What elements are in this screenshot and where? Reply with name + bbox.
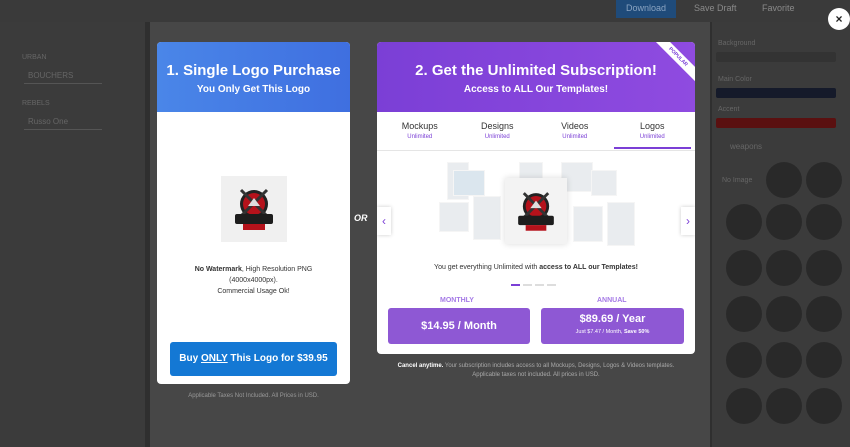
- subscription-tax-note: Applicable taxes not included. All price…: [472, 372, 600, 378]
- subscription-description: You get everything Unlimited with access…: [377, 264, 695, 271]
- carousel-dots: [511, 284, 556, 286]
- bg-color-swatch[interactable]: [716, 52, 836, 62]
- tab-logos[interactable]: Logos Unlimited: [613, 119, 691, 149]
- carousel-dot[interactable]: [523, 284, 532, 286]
- annual-note-prefix: Just $7.47 / Month,: [575, 329, 624, 335]
- icon-thumb[interactable]: [766, 162, 802, 198]
- icon-thumb[interactable]: [766, 342, 802, 378]
- text-label-1: URBAN: [22, 54, 47, 61]
- tab-designs[interactable]: Designs Unlimited: [459, 119, 537, 149]
- icon-thumb[interactable]: [766, 250, 802, 286]
- icon-thumb[interactable]: [766, 204, 802, 240]
- tab-label: Videos: [561, 121, 589, 131]
- annual-save: Save 50%: [623, 329, 650, 335]
- save-draft-button[interactable]: Save Draft: [694, 3, 737, 13]
- buy-only: ONLY: [200, 353, 228, 364]
- left-panel: URBAN BOUCHERS REBELS Russo One: [0, 22, 145, 447]
- template-thumb: [453, 170, 485, 196]
- carousel-dot[interactable]: [535, 284, 544, 286]
- urban-logo-icon: [235, 188, 273, 230]
- buy-prefix: Buy: [179, 353, 201, 364]
- tab-sublabel: Unlimited: [562, 134, 588, 140]
- tab-label: Logos: [639, 121, 665, 131]
- main-color-label: Main Color: [718, 76, 752, 83]
- tab-mockups[interactable]: Mockups Unlimited: [381, 119, 459, 149]
- template-thumb: [439, 202, 469, 232]
- tab-label: Mockups: [401, 121, 438, 131]
- logo-preview: [221, 176, 287, 242]
- tab-sublabel: Unlimited: [484, 134, 510, 140]
- font-field-1[interactable]: BOUCHERS: [24, 68, 102, 84]
- icon-thumb[interactable]: [806, 250, 842, 286]
- subscription-logo-preview: [505, 178, 567, 244]
- favorite-button[interactable]: Favorite: [762, 3, 795, 13]
- subscription-note: Cancel anytime. Your subscription includ…: [377, 362, 695, 380]
- icon-thumb[interactable]: [766, 388, 802, 424]
- carousel-dot[interactable]: [511, 284, 520, 286]
- bg-color-label: Background: [718, 40, 756, 47]
- single-purchase-title: 1. Single Logo Purchase: [166, 62, 341, 79]
- single-purchase-tax-note: Applicable Taxes Not Included. All Price…: [188, 393, 319, 399]
- subscription-card: POPULAR 2. Get the Unlimited Subscriptio…: [377, 42, 695, 354]
- template-thumb: [591, 170, 617, 196]
- close-icon[interactable]: ×: [828, 8, 850, 30]
- icon-thumb[interactable]: [806, 204, 842, 240]
- icon-thumb[interactable]: [726, 204, 762, 240]
- category-tabs: Mockups Unlimited Designs Unlimited Videos…: [377, 119, 695, 149]
- icon-thumb[interactable]: [806, 342, 842, 378]
- template-thumb: [473, 196, 501, 240]
- icon-thumb[interactable]: [726, 250, 762, 286]
- subscription-title: 2. Get the Unlimited Subscription!: [415, 62, 657, 79]
- tab-videos[interactable]: Videos Unlimited: [536, 119, 614, 149]
- icon-thumb[interactable]: [806, 296, 842, 332]
- icon-thumb[interactable]: [726, 388, 762, 424]
- carousel-next-button[interactable]: ›: [681, 207, 695, 235]
- subscription-header: POPULAR 2. Get the Unlimited Subscriptio…: [377, 42, 695, 112]
- single-purchase-header: 1. Single Logo Purchase You Only Get Thi…: [157, 42, 350, 112]
- main-color-swatch[interactable]: [716, 88, 836, 98]
- monthly-plan-button[interactable]: $14.95 / Month: [388, 308, 530, 344]
- icon-thumb[interactable]: [726, 296, 762, 332]
- single-purchase-description: No Watermark, High Resolution PNG (4000x…: [157, 264, 350, 297]
- desc-bold: access to ALL our Templates!: [539, 264, 638, 271]
- buy-suffix: This Logo for $39.95: [227, 353, 328, 364]
- icon-thumb[interactable]: [726, 342, 762, 378]
- or-separator: OR: [354, 213, 368, 223]
- download-button[interactable]: Download: [616, 0, 676, 18]
- icon-thumb[interactable]: [806, 162, 842, 198]
- icon-thumb[interactable]: [806, 388, 842, 424]
- tab-label: Designs: [480, 121, 514, 131]
- subscription-includes: Your subscription includes access to all…: [443, 363, 675, 369]
- template-thumb: [607, 202, 635, 246]
- single-purchase-subtitle: You Only Get This Logo: [196, 84, 311, 95]
- annual-label: ANNUAL: [597, 297, 627, 304]
- text-label-2: REBELS: [22, 100, 50, 107]
- annual-note: Just $7.47 / Month, Save 50%: [541, 329, 684, 335]
- carousel-prev-button[interactable]: ‹: [377, 207, 391, 235]
- annual-price: $89.69 / Year: [579, 313, 646, 325]
- no-watermark-text: No Watermark: [194, 266, 242, 273]
- font-field-2[interactable]: Russo One: [24, 114, 102, 130]
- cancel-anytime: Cancel anytime.: [397, 363, 444, 369]
- annual-plan-button[interactable]: $89.69 / Year Just $7.47 / Month, Save 5…: [541, 308, 684, 344]
- single-purchase-card: 1. Single Logo Purchase You Only Get Thi…: [157, 42, 350, 384]
- template-thumb: [573, 206, 603, 242]
- buy-logo-button[interactable]: Buy ONLY This Logo for $39.95: [170, 342, 337, 376]
- tab-divider: [377, 150, 695, 151]
- accent-color-swatch[interactable]: [716, 118, 836, 128]
- accent-label: Accent: [718, 106, 740, 113]
- tab-sublabel: Unlimited: [639, 134, 665, 140]
- subscription-subtitle: Access to ALL Our Templates!: [463, 84, 609, 95]
- icon-search[interactable]: weapons: [730, 142, 762, 151]
- commercial-usage-text: Commercial Usage Ok!: [217, 288, 290, 295]
- dimension-text: (4000x4000px).: [229, 277, 278, 284]
- monthly-label: MONTHLY: [440, 297, 474, 304]
- urban-logo-icon: [518, 192, 554, 231]
- no-image-option[interactable]: No Image: [722, 177, 752, 184]
- tab-sublabel: Unlimited: [407, 134, 433, 140]
- carousel-dot[interactable]: [547, 284, 556, 286]
- desc-prefix: You get everything Unlimited with: [434, 264, 540, 271]
- icon-thumb[interactable]: [766, 296, 802, 332]
- resolution-text: , High Resolution PNG: [241, 266, 313, 273]
